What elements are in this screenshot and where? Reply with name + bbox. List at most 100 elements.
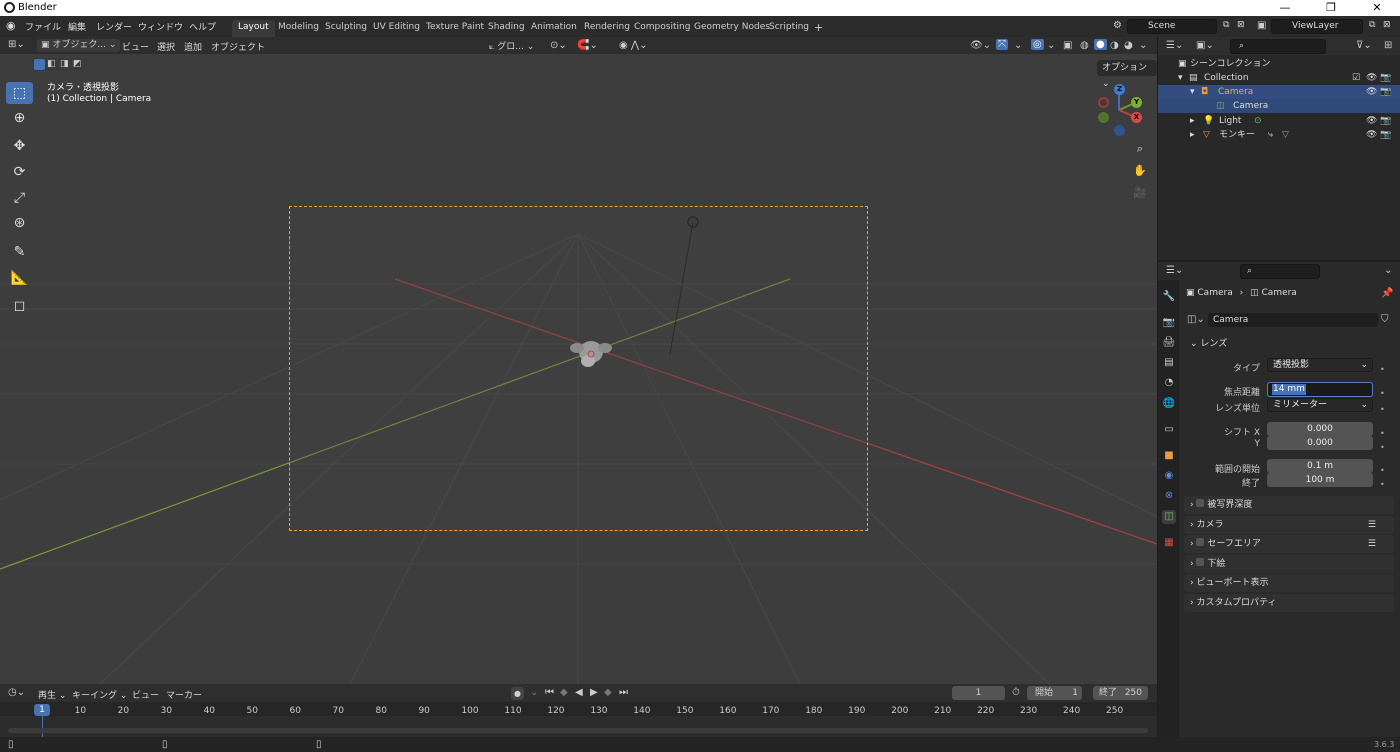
gizmo-z-axis[interactable]: Z [1114, 84, 1125, 95]
menu-playback[interactable]: 再生 ⌄ [38, 688, 66, 701]
transform-tool-icon[interactable]: ⊛ [6, 212, 33, 234]
presets-list-icon[interactable]: ☰ [1368, 535, 1376, 553]
tab-shading[interactable]: Shading [482, 20, 531, 37]
play-reverse-icon[interactable]: ◀ [575, 687, 583, 698]
solid-shading-icon[interactable]: ● [1094, 39, 1107, 50]
transform-orientation-dropdown[interactable]: ⟀ グロ... ⌄ [489, 39, 534, 52]
expand-icon[interactable]: ▾ [1178, 71, 1183, 85]
move-tool-icon[interactable]: ✥ [6, 135, 33, 157]
fake-user-shield-icon[interactable]: ⛉ [1381, 314, 1389, 325]
view-layer-tab-icon[interactable]: ▤ [1162, 356, 1176, 370]
outliner-row-light[interactable]: ▸ 💡 Light ⊙ 👁 📷 [1158, 114, 1400, 128]
keyframe-dot-icon[interactable]: • [1380, 480, 1385, 489]
tab-compositing[interactable]: Compositing [628, 20, 696, 37]
delete-scene-icon[interactable]: ⊠ [1237, 20, 1245, 30]
menu-keying[interactable]: キーイング ⌄ [72, 688, 127, 701]
keyframe-dot-icon[interactable]: • [1380, 443, 1385, 452]
wireframe-shading-icon[interactable]: ◍ [1080, 40, 1089, 51]
keyframe-dot-icon[interactable]: • [1380, 405, 1385, 414]
checkbox-icon[interactable] [1196, 558, 1205, 566]
monkey-object[interactable] [568, 332, 614, 372]
pin-icon[interactable]: 📌 [1381, 288, 1393, 299]
new-viewlayer-icon[interactable]: ⧉ [1369, 20, 1375, 30]
keyframe-dot-icon[interactable]: • [1380, 466, 1385, 475]
camera-render-icon[interactable]: 📷 [1380, 71, 1391, 85]
timeline-scrollbar[interactable] [8, 728, 1148, 733]
gizmo-neg-x-axis[interactable] [1098, 97, 1109, 108]
tab-modeling[interactable]: Modeling [272, 20, 325, 37]
outliner-search-input[interactable]: ⌕ [1230, 39, 1326, 54]
prev-keyframe-icon[interactable]: ◆ [560, 687, 568, 698]
checkbox-icon[interactable] [1196, 538, 1205, 546]
tab-uv-editing[interactable]: UV Editing [367, 20, 426, 37]
tab-texture-paint[interactable]: Texture Paint [420, 20, 490, 37]
gizmo-neg-z-axis[interactable] [1114, 125, 1125, 136]
options-dropdown[interactable]: オプション ⌄ [1097, 60, 1157, 89]
expand-icon[interactable]: ▸ [1190, 114, 1195, 128]
cursor-tool-icon[interactable]: ⊕ [6, 107, 33, 129]
new-collection-icon[interactable]: ⊞ [1384, 40, 1392, 51]
menu-render[interactable]: レンダー [96, 20, 132, 33]
keyframe-dot-icon[interactable]: • [1380, 429, 1385, 438]
stopwatch-icon[interactable]: ⏱ [1012, 687, 1020, 698]
xray-icon[interactable]: ▣ [1063, 40, 1072, 51]
record-button[interactable]: ● [511, 687, 524, 700]
select-extend-icon[interactable]: ◧ [47, 59, 56, 69]
pivot-icon[interactable]: ⊙⌄ [550, 40, 567, 51]
menu-file[interactable]: ファイル [25, 20, 61, 33]
output-tab-icon[interactable]: 🖨 [1162, 336, 1176, 350]
texture-tab-icon[interactable]: ▦ [1162, 536, 1176, 550]
outliner-editor-icon[interactable]: ☰⌄ [1166, 40, 1183, 51]
overlay-dropdown-icon[interactable]: ⌄ [1047, 40, 1055, 51]
safe-areas-panel[interactable]: › セーフエリア ☰ [1184, 535, 1394, 553]
gizmo-y-axis[interactable]: Y [1131, 97, 1142, 108]
mode-dropdown[interactable]: ▣ オブジェク... ⌄ [37, 39, 121, 52]
camera-panel[interactable]: › カメラ ☰ [1184, 516, 1394, 534]
add-workspace-button[interactable]: + [808, 20, 829, 37]
menu-timeline-view[interactable]: ビュー [132, 688, 159, 701]
camera-render-icon[interactable]: 📷 [1380, 128, 1391, 142]
close-button[interactable]: ✕ [1354, 0, 1400, 16]
checkbox-icon[interactable] [1196, 499, 1205, 507]
start-frame-field[interactable]: 開始 1 [1027, 686, 1082, 700]
play-icon[interactable]: ▶ [590, 687, 598, 698]
gizmo-toggle-icon[interactable]: ⤧ [996, 39, 1008, 50]
outliner-row-monkey[interactable]: ▸ ▽ モンキー ⤷ ▽ 👁 📷 [1158, 128, 1400, 142]
properties-editor-icon[interactable]: ☰⌄ [1166, 265, 1183, 276]
tab-layout[interactable]: Layout [232, 20, 275, 37]
camera-data-tab-icon[interactable]: ◫ [1162, 510, 1176, 524]
auto-key-options-icon[interactable]: ⌄ [530, 687, 538, 698]
constraints-tab-icon[interactable]: ⊗ [1162, 489, 1176, 503]
measure-tool-icon[interactable]: 📐 [6, 267, 33, 289]
outliner-scene-collection[interactable]: ▣ シーンコレクション [1158, 57, 1400, 71]
tool-tab-icon[interactable]: 🔧 [1162, 290, 1176, 304]
keyframe-dot-icon[interactable]: • [1380, 389, 1385, 398]
current-frame-field[interactable]: 1 [952, 686, 1005, 700]
datablock-type-icon[interactable]: ◫⌄ [1187, 314, 1205, 325]
display-mode-icon[interactable]: ▣⌄ [1196, 40, 1214, 51]
focal-length-input[interactable]: 14 mm [1267, 382, 1373, 397]
expand-icon[interactable]: ▾ [1190, 85, 1195, 99]
render-tab-icon[interactable]: 📷 [1162, 316, 1176, 330]
viewport-display-panel[interactable]: › ビューポート表示 [1184, 574, 1394, 592]
3d-viewport[interactable]: カメラ・透視投影 (1) Collection | Camera オプション ⌄… [0, 54, 1157, 684]
menu-help[interactable]: ヘルプ [189, 20, 216, 33]
gizmo-x-axis[interactable]: X [1131, 112, 1142, 123]
material-shading-icon[interactable]: ◑ [1110, 40, 1119, 51]
shift-x-field[interactable]: 0.000 [1267, 422, 1373, 436]
menu-window[interactable]: ウィンドウ [138, 20, 183, 33]
eye-icon[interactable]: 👁 [1366, 85, 1377, 99]
maximize-button[interactable]: ❐ [1308, 0, 1354, 16]
eye-icon[interactable]: 👁 [1366, 128, 1377, 142]
lens-unit-dropdown[interactable]: ミリメーター ⌄ [1267, 398, 1373, 412]
keyframe-dot-icon[interactable]: • [1380, 365, 1385, 374]
filter-icon[interactable]: ⊽⌄ [1356, 40, 1372, 51]
shading-dropdown-icon[interactable]: ⌄ [1139, 40, 1147, 51]
scene-tab-icon[interactable]: ◔ [1162, 376, 1176, 390]
checkbox-icon[interactable]: ☑ [1352, 71, 1360, 85]
world-tab-icon[interactable]: 🌐 [1162, 397, 1176, 411]
navigation-gizmo[interactable]: Z Y X [1094, 82, 1144, 136]
object-tab-icon[interactable]: ■ [1162, 449, 1176, 463]
annotate-tool-icon[interactable]: ✎ [6, 241, 33, 263]
lens-panel-header[interactable]: ⌄ レンズ [1184, 335, 1394, 353]
